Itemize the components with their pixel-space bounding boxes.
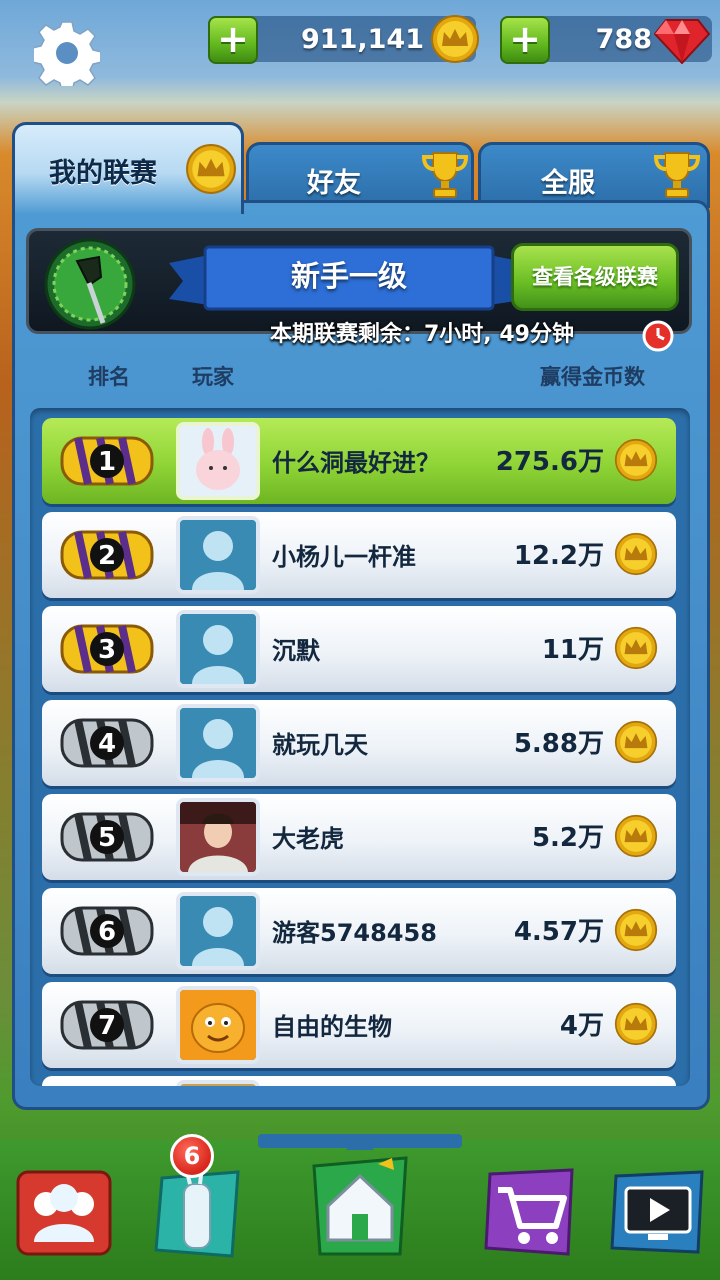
notification-badge: 6 <box>170 1134 214 1178</box>
leaderboard-row-partial[interactable] <box>42 1076 676 1086</box>
silver-rank-medal-icon: 5 <box>60 812 154 862</box>
crown-coin-icon <box>614 1002 658 1046</box>
player-name: 就玩几天 <box>272 731 368 759</box>
crown-coin-icon <box>614 532 658 576</box>
silver-rank-medal-icon: 4 <box>60 718 154 768</box>
crown-coin-icon <box>614 438 658 482</box>
tab-my-league[interactable]: 我的联赛 <box>12 122 244 214</box>
buy-coins-button[interactable]: + <box>208 16 258 64</box>
leaderboard-row[interactable]: 4 就玩几天 5.88万 <box>42 700 676 786</box>
gold-rank-medal-icon: 2 <box>60 530 154 580</box>
leaderboard-row-me[interactable]: 1 什么洞最好进？ 275.6万 <box>42 418 676 504</box>
player-name: 小杨儿一杆准 <box>272 543 416 571</box>
leaderboard-row[interactable]: 6 游客5748458 4.57万 <box>42 888 676 974</box>
crown-coin-icon <box>186 144 236 194</box>
rank-number: 7 <box>98 1011 116 1041</box>
tab-friends[interactable]: 好友 <box>246 142 474 208</box>
top-bar: + 911,141 + 788 <box>0 0 720 92</box>
photo-avatar <box>176 798 260 876</box>
default-avatar <box>176 704 260 782</box>
player-score: 4万 <box>559 1011 604 1041</box>
rank-number: 3 <box>98 635 116 665</box>
candy-avatar <box>176 986 260 1064</box>
player-score: 11万 <box>541 635 604 665</box>
player-score: 5.88万 <box>513 729 604 759</box>
leaderboard-row[interactable]: 2 小杨儿一杆准 12.2万 <box>42 512 676 598</box>
rank-number: 2 <box>98 541 116 571</box>
player-score: 4.57万 <box>513 917 604 947</box>
settings-gear-icon[interactable] <box>34 20 100 86</box>
photo-avatar <box>176 1080 260 1086</box>
player-name: 游客5748458 <box>272 919 437 947</box>
crown-coin-icon <box>614 720 658 764</box>
column-header-rank: 排名 <box>88 365 130 389</box>
crown-coin-icon <box>431 15 479 63</box>
tab-global-label: 全服 <box>541 168 595 199</box>
tab-my-league-label: 我的联赛 <box>49 158 157 189</box>
tab-global[interactable]: 全服 <box>478 142 710 208</box>
silver-rank-medal-icon: 7 <box>60 1000 154 1050</box>
tab-friends-label: 好友 <box>307 168 361 199</box>
player-score: 275.6万 <box>495 447 604 477</box>
column-header-coins: 赢得金币数 <box>540 365 645 389</box>
leaderboard-row[interactable]: 3 沉默 11万 <box>42 606 676 692</box>
gold-rank-medal-icon: 3 <box>60 624 154 674</box>
rank-number: 5 <box>98 823 116 853</box>
shop-cart-icon[interactable] <box>480 1162 580 1262</box>
rank-number: 1 <box>98 447 116 477</box>
bunny-avatar <box>176 422 260 500</box>
player-name: 自由的生物 <box>272 1013 392 1041</box>
trophy-icon <box>421 152 469 198</box>
default-avatar <box>176 516 260 594</box>
home-icon[interactable] <box>302 1130 418 1260</box>
view-all-leagues-button[interactable]: 查看各级联赛 <box>511 243 679 311</box>
coin-balance: 911,141 <box>301 24 424 55</box>
ruby-gem-icon <box>654 19 710 64</box>
leaderboard-row[interactable]: 7 自由的生物 4万 <box>42 982 676 1068</box>
player-score: 5.2万 <box>531 823 604 853</box>
rank-number: 4 <box>98 729 116 759</box>
column-header-player: 玩家 <box>192 365 234 389</box>
crown-coin-icon <box>614 814 658 858</box>
player-name: 什么洞最好进？ <box>272 449 440 477</box>
leaderboard-row[interactable]: 5 大老虎 5.2万 <box>42 794 676 880</box>
league-name: 新手一级 <box>290 259 407 293</box>
player-name: 大老虎 <box>272 825 344 853</box>
silver-rank-medal-icon: 6 <box>60 906 154 956</box>
rank-number: 6 <box>98 917 116 947</box>
player-score: 12.2万 <box>513 541 604 571</box>
video-icon[interactable] <box>608 1162 708 1262</box>
leaderboard-list[interactable]: 1 什么洞最好进？ 275.6万 2 小杨儿一杆准 12.2万 3 沉默 11万… <box>30 408 690 1086</box>
crown-coin-icon <box>614 908 658 952</box>
gold-rank-medal-icon: 1 <box>60 436 154 486</box>
gem-balance: 788 <box>595 24 652 55</box>
golf-club-league-badge-icon <box>44 238 136 330</box>
default-avatar <box>176 610 260 688</box>
alarm-clock-icon <box>642 320 674 352</box>
trophy-icon <box>653 152 701 198</box>
buy-gems-button[interactable]: + <box>500 16 550 64</box>
player-name: 沉默 <box>272 637 320 665</box>
league-timer: 本期联赛剩余：7小时, 49分钟 <box>270 322 574 347</box>
default-avatar <box>176 892 260 970</box>
team-icon[interactable] <box>14 1162 114 1262</box>
crown-coin-icon <box>614 626 658 670</box>
